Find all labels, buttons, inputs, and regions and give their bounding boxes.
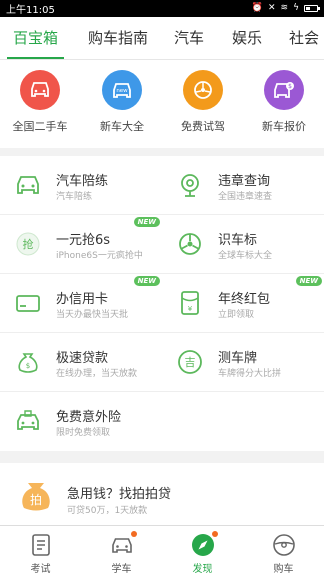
grab-icon: 抢: [16, 232, 40, 256]
svg-text:¥: ¥: [188, 305, 193, 313]
svg-text:抢: 抢: [23, 237, 34, 251]
steering-wheel-icon: [183, 70, 223, 110]
service-credit-card[interactable]: 办信用卡 当天办最快当天批 NEW: [0, 274, 162, 333]
learn-car-icon: [109, 531, 137, 558]
new-badge: NEW: [133, 276, 160, 286]
service-title: 测车牌: [218, 351, 258, 366]
quick-new-cars[interactable]: new 新车大全: [82, 70, 162, 134]
service-title: 一元抢6s: [56, 233, 111, 248]
nav-discover[interactable]: 发现: [162, 531, 243, 575]
service-subtitle: 车牌得分大比拼: [218, 369, 282, 379]
credit-card-icon: [16, 295, 40, 312]
service-subtitle: 立即领取: [218, 310, 255, 320]
service-free-insurance[interactable]: 免费意外险 限时免费领取: [0, 392, 162, 451]
service-subtitle: 全球车标大全: [218, 251, 273, 261]
red-packet-icon: ¥: [181, 291, 199, 315]
mute-icon: ✕: [267, 3, 276, 13]
car-price-icon: $: [264, 70, 304, 110]
loan-ad-title: 急用钱？找拍拍贷: [67, 487, 172, 502]
quick-new-car-price[interactable]: $ 新车报价: [244, 70, 324, 134]
status-bar: 上午11:05 ⏰ ✕ ≋ ϟ: [0, 0, 324, 17]
nav-label: 学车: [111, 564, 132, 575]
svg-text:$: $: [26, 362, 30, 370]
service-car-training[interactable]: 汽车陪练 汽车陪练: [0, 156, 162, 215]
notification-dot: [211, 531, 218, 537]
alarm-icon: ⏰: [251, 3, 263, 13]
nav-label: 考试: [30, 564, 51, 575]
car-outline-icon: [17, 176, 39, 194]
wifi-icon: ≋: [280, 3, 289, 13]
new-badge: NEW: [295, 276, 322, 286]
buy-car-icon: [271, 532, 297, 558]
bottom-navigation: 考试 学车 发现 购车: [0, 525, 324, 586]
tab-society[interactable]: 社会: [289, 17, 319, 59]
category-tabs: 百宝箱 购车指南 汽车 娱乐 社会: [0, 17, 324, 60]
new-car-icon: new: [102, 70, 142, 110]
ppdai-logo-icon: 拍: [22, 483, 50, 511]
charging-icon: ϟ: [293, 3, 299, 13]
service-license-plate[interactable]: 吉 测车牌 车牌得分大比拼: [162, 333, 324, 392]
car-icon: [20, 70, 60, 110]
tab-entertainment[interactable]: 娱乐: [232, 17, 262, 59]
battery-icon: [304, 5, 320, 12]
status-icons: ⏰ ✕ ≋ ϟ: [251, 3, 320, 13]
quick-label: 全国二手车: [12, 120, 68, 133]
service-subtitle: 汽车陪练: [56, 192, 93, 202]
tab-baibaoxiang[interactable]: 百宝箱: [6, 17, 65, 59]
svg-text:拍: 拍: [30, 492, 42, 507]
service-car-logo[interactable]: 识车标 全球车标大全: [162, 215, 324, 274]
steering-icon: [179, 233, 201, 255]
service-title: 免费意外险: [56, 410, 122, 425]
insurance-car-icon: [17, 410, 39, 430]
service-title: 违章查询: [218, 174, 271, 189]
quick-label: 新车报价: [262, 120, 306, 133]
service-title: 识车标: [218, 233, 258, 248]
service-title: 汽车陪练: [56, 174, 109, 189]
service-subtitle: 当天办最快当天批: [56, 310, 129, 320]
svg-text:吉: 吉: [185, 356, 196, 369]
service-subtitle: 在线办理，当天放款: [56, 369, 138, 379]
quick-used-car[interactable]: 全国二手车: [0, 70, 80, 134]
loan-ad-subtitle: 可贷50万，1天放款: [67, 506, 148, 516]
service-subtitle: 限时免费领取: [56, 428, 111, 438]
nav-learn-car[interactable]: 学车: [81, 531, 162, 575]
exam-icon: [28, 532, 54, 558]
service-fast-loan[interactable]: $ 极速贷款 在线办理，当天放款: [0, 333, 162, 392]
quick-label: 免费试驾: [181, 120, 225, 133]
svg-text:new: new: [116, 88, 128, 94]
service-violation-query[interactable]: 违章查询 全国违章速查: [162, 156, 324, 215]
quick-test-drive[interactable]: 免费试驾: [163, 70, 243, 134]
status-time: 上午11:05: [6, 5, 55, 16]
new-badge: NEW: [133, 217, 160, 227]
service-subtitle: iPhone6S一元疯抢中: [56, 251, 143, 261]
tab-guide[interactable]: 购车指南: [88, 17, 148, 59]
quick-label: 新车大全: [100, 120, 144, 133]
nav-label: 发现: [192, 564, 213, 575]
money-bag-icon: $: [18, 353, 38, 373]
service-grid: 汽车陪练 汽车陪练 违章查询 全国违章速查 抢 一元抢6s iPhone6S一元…: [0, 156, 324, 451]
nav-buy-car[interactable]: 购车: [243, 532, 324, 575]
loan-ad-banner[interactable]: 拍 急用钱？找拍拍贷 可贷50万，1天放款: [0, 463, 324, 525]
compass-icon: [190, 531, 218, 558]
nav-exam[interactable]: 考试: [0, 532, 81, 575]
svg-text:$: $: [288, 83, 292, 90]
license-plate-icon: 吉: [178, 350, 202, 374]
service-title: 年终红包: [218, 292, 271, 307]
quick-entries: 全国二手车 new 新车大全 免费试驾 $ 新车报价: [0, 60, 324, 148]
camera-icon: [181, 174, 199, 197]
nav-label: 购车: [273, 564, 294, 575]
service-grab-iphone[interactable]: 抢 一元抢6s iPhone6S一元疯抢中 NEW: [0, 215, 162, 274]
notification-dot: [130, 531, 137, 537]
service-title: 极速贷款: [56, 351, 109, 366]
service-subtitle: 全国违章速查: [218, 192, 273, 202]
service-red-packet[interactable]: ¥ 年终红包 立即领取 NEW: [162, 274, 324, 333]
tab-car[interactable]: 汽车: [174, 17, 204, 59]
service-title: 办信用卡: [56, 292, 109, 307]
